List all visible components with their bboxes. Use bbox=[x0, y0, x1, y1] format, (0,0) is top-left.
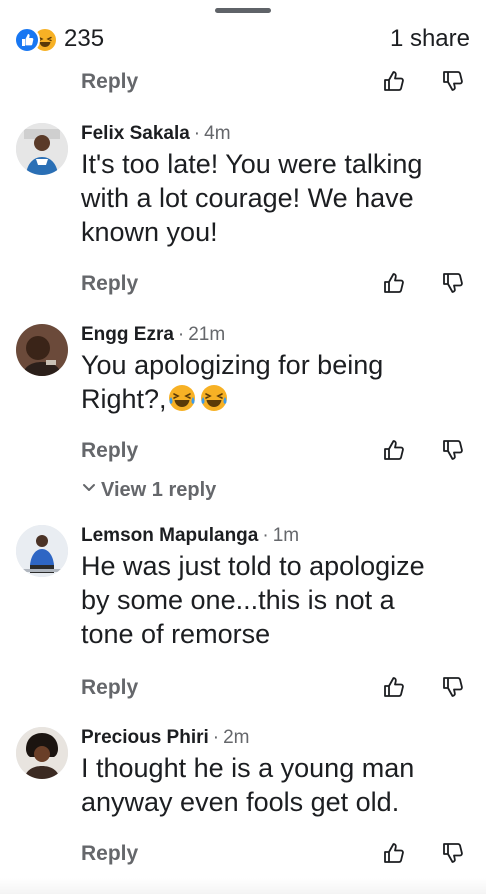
comment-time: 2m bbox=[223, 727, 250, 748]
reply-button[interactable]: Reply bbox=[81, 439, 138, 463]
reply-button[interactable]: Reply bbox=[81, 842, 138, 866]
chevron-down-icon bbox=[83, 484, 95, 491]
avatar[interactable] bbox=[16, 525, 68, 577]
avatar[interactable] bbox=[16, 123, 68, 175]
comment-line-with-emoji: Right?, bbox=[81, 382, 471, 416]
bottom-edge bbox=[0, 878, 486, 894]
comment-author[interactable]: Precious Phiri bbox=[81, 727, 209, 748]
comment-line: with a lot courage! We have bbox=[81, 183, 414, 213]
reaction-icons[interactable] bbox=[14, 27, 58, 53]
comment-author[interactable]: Engg Ezra bbox=[81, 324, 174, 345]
like-reaction-icon bbox=[14, 27, 40, 53]
comment-action-row: Reply bbox=[0, 674, 486, 706]
comment-time: 1m bbox=[272, 525, 300, 546]
comment-line: tone of remorse bbox=[81, 619, 271, 649]
thumbs-up-icon[interactable] bbox=[382, 437, 408, 463]
view-replies-label: View 1 reply bbox=[101, 479, 217, 501]
thumbs-down-icon[interactable] bbox=[441, 437, 467, 463]
thumbs-up-icon[interactable] bbox=[382, 68, 408, 94]
view-replies-button[interactable]: View 1 reply bbox=[81, 479, 216, 502]
avatar[interactable] bbox=[16, 727, 68, 779]
comment-line: anyway even fools get old. bbox=[81, 787, 400, 817]
comment-header: Precious Phiri · 2m bbox=[81, 727, 250, 748]
comment-line: I thought he is a young man bbox=[81, 753, 415, 783]
comment-line: You apologizing for being bbox=[81, 350, 384, 380]
post-action-row: Reply bbox=[0, 68, 486, 100]
comment-action-row: Reply bbox=[0, 270, 486, 302]
thumbs-down-icon[interactable] bbox=[441, 674, 467, 700]
reaction-count[interactable]: 235 bbox=[64, 25, 104, 53]
comment-line: It's too late! You were talking bbox=[81, 149, 423, 179]
comment-header: Felix Sakala · 4m bbox=[81, 123, 231, 144]
sheet-drag-handle[interactable] bbox=[215, 8, 271, 13]
comment-action-row: Reply bbox=[0, 437, 486, 469]
laughing-tears-emoji-icon bbox=[200, 385, 227, 411]
thumbs-up-icon[interactable] bbox=[382, 674, 408, 700]
comment-author[interactable]: Felix Sakala bbox=[81, 123, 190, 144]
comment-text: You apologizing for being Right?, bbox=[81, 348, 471, 416]
reply-button[interactable]: Reply bbox=[81, 676, 138, 700]
thumbs-up-icon[interactable] bbox=[382, 270, 408, 296]
reply-button[interactable]: Reply bbox=[81, 70, 138, 94]
laughing-tears-emoji-icon bbox=[168, 385, 195, 411]
comment-author[interactable]: Lemson Mapulanga bbox=[81, 525, 258, 546]
comment-text: He was just told to apologize by some on… bbox=[81, 549, 471, 651]
avatar[interactable] bbox=[16, 324, 68, 376]
share-count[interactable]: 1 share bbox=[390, 25, 470, 53]
thumbs-down-icon[interactable] bbox=[441, 68, 467, 94]
comment-header: Lemson Mapulanga · 1m bbox=[81, 525, 300, 546]
reply-button[interactable]: Reply bbox=[81, 272, 138, 296]
comment-line: known you! bbox=[81, 217, 218, 247]
comment-text: It's too late! You were talking with a l… bbox=[81, 147, 471, 249]
post-stats-bar: 235 1 share bbox=[0, 22, 486, 56]
comment-line: by some one...this is not a bbox=[81, 585, 395, 615]
comment-time: 4m bbox=[204, 123, 231, 144]
comment-action-row: Reply bbox=[0, 840, 486, 872]
thumbs-down-icon[interactable] bbox=[441, 840, 467, 866]
thumbs-up-icon[interactable] bbox=[382, 840, 408, 866]
comment-text: I thought he is a young man anyway even … bbox=[81, 751, 471, 819]
comment-header: Engg Ezra · 21m bbox=[81, 324, 226, 345]
comment-time: 21m bbox=[188, 324, 226, 345]
comment-line: He was just told to apologize bbox=[81, 551, 425, 581]
thumbs-down-icon[interactable] bbox=[441, 270, 467, 296]
comment-line: Right?, bbox=[81, 384, 167, 414]
